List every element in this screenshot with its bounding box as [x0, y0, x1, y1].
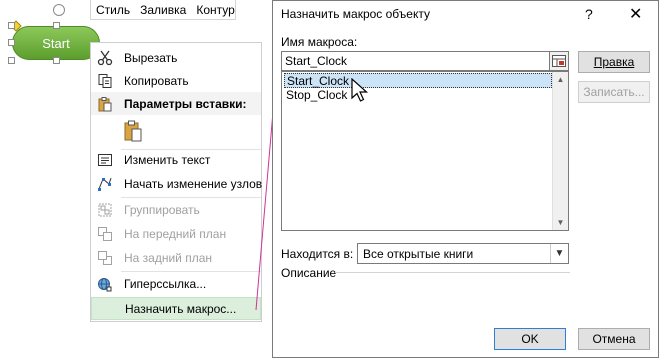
menu-item-send-backward[interactable]: На задний план	[91, 246, 261, 269]
resize-handle-s[interactable]	[53, 57, 60, 64]
resize-handle-n[interactable]	[53, 22, 60, 29]
resize-handle-w[interactable]	[8, 39, 15, 46]
dialog-title: Назначить макрос объекту	[281, 7, 430, 21]
macro-list-item-label: Start_Clock	[287, 73, 350, 88]
ok-button-label: OK	[521, 332, 539, 346]
hyperlink-icon	[97, 276, 113, 292]
paste-option-button[interactable]	[121, 119, 145, 143]
menu-item-bring-forward[interactable]: На передний план	[91, 222, 261, 245]
clipboard-paste-icon	[124, 120, 142, 142]
paste-icon	[97, 96, 113, 112]
cancel-button[interactable]: Отмена	[578, 328, 650, 350]
menu-item-edit-points[interactable]: Начать изменение узлов	[91, 172, 263, 195]
macro-name-input[interactable]: Start_Clock	[281, 51, 551, 71]
menu-item-copy[interactable]: Копировать	[91, 69, 261, 92]
macro-list[interactable]: Start_Clock Stop_Clock ▲ ▼	[281, 71, 569, 231]
description-divider	[335, 272, 570, 273]
menu-item-label: Гиперссылка...	[124, 276, 207, 291]
menu-item-hyperlink[interactable]: Гиперссылка...	[91, 272, 261, 295]
menu-item-label: Начать изменение узлов	[124, 176, 263, 191]
copy-icon	[97, 73, 113, 89]
collapse-dialog-button[interactable]	[549, 51, 569, 71]
chevron-down-icon[interactable]: ▼	[550, 244, 568, 263]
edit-button[interactable]: Правка	[578, 51, 650, 73]
assign-macro-dialog: Назначить макрос объекту ? ✕ Имя макроса…	[272, 0, 659, 358]
shape-label: Start	[42, 35, 70, 51]
rotate-handle-icon[interactable]	[53, 4, 65, 16]
mini-toolbar: Стиль Заливка Контур	[90, 0, 236, 20]
start-shape[interactable]: Start	[12, 26, 100, 60]
context-menu: Вырезать Копировать Параметры вставки: И…	[90, 42, 262, 322]
mini-toolbar-style[interactable]: Стиль	[91, 3, 135, 17]
menu-item-assign-macro[interactable]: Назначить макрос...	[91, 297, 261, 320]
menu-item-label: Вырезать	[124, 50, 178, 65]
edit-button-label: Правка	[593, 55, 635, 69]
edit-points-icon	[97, 176, 113, 192]
macro-list-item[interactable]: Start_Clock	[284, 73, 552, 88]
edit-text-icon	[97, 152, 113, 168]
mini-toolbar-fill[interactable]: Заливка	[135, 3, 191, 17]
menu-item-paste-options: Параметры вставки:	[91, 92, 261, 115]
ok-button[interactable]: OK	[494, 328, 566, 350]
record-button-label: Записать...	[583, 85, 645, 99]
mini-toolbar-outline[interactable]: Контур	[191, 3, 239, 17]
cancel-button-label: Отмена	[592, 332, 636, 346]
menu-item-cut[interactable]: Вырезать	[91, 46, 261, 69]
record-button[interactable]: Записать...	[578, 81, 650, 103]
help-button[interactable]: ?	[585, 6, 593, 22]
menu-item-label: Изменить текст	[124, 152, 211, 167]
menu-item-label: Копировать	[124, 73, 189, 88]
located-in-select[interactable]: Все открытые книги ▼	[357, 243, 569, 264]
description-label: Описание	[281, 266, 337, 280]
resize-handle-sw[interactable]	[8, 57, 15, 64]
menu-item-edit-text[interactable]: Изменить текст	[91, 148, 261, 171]
range-select-icon	[552, 55, 566, 67]
scroll-down-icon[interactable]: ▼	[556, 218, 565, 227]
mouse-pointer-icon	[351, 78, 369, 102]
macro-list-item-label: Stop_Clock	[286, 87, 348, 102]
menu-item-label: На передний план	[124, 226, 227, 241]
close-button[interactable]: ✕	[629, 4, 642, 24]
macro-list-scrollbar[interactable]: ▲ ▼	[552, 72, 568, 230]
macro-name-label: Имя макроса:	[281, 35, 358, 49]
located-in-label: Находится в:	[281, 247, 354, 261]
resize-handle-nw[interactable]	[8, 22, 15, 29]
menu-item-label: Группировать	[124, 202, 200, 217]
menu-item-label: На задний план	[124, 250, 213, 265]
menu-item-group[interactable]: Группировать	[91, 198, 261, 221]
scroll-up-icon[interactable]: ▲	[556, 75, 565, 84]
send-backward-icon	[97, 250, 113, 266]
bring-forward-icon	[97, 226, 113, 242]
dialog-titlebar[interactable]: Назначить макрос объекту ? ✕	[273, 1, 658, 27]
screen: Start Стиль Заливка Контур Вырезать Копи…	[0, 0, 659, 358]
menu-item-label: Назначить макрос...	[125, 301, 237, 316]
located-in-value: Все открытые книги	[363, 246, 474, 261]
macro-list-item[interactable]: Stop_Clock	[284, 87, 552, 102]
scissors-icon	[97, 50, 113, 66]
menu-item-label: Параметры вставки:	[124, 96, 247, 111]
group-icon	[97, 202, 113, 218]
macro-name-value: Start_Clock	[285, 54, 348, 68]
